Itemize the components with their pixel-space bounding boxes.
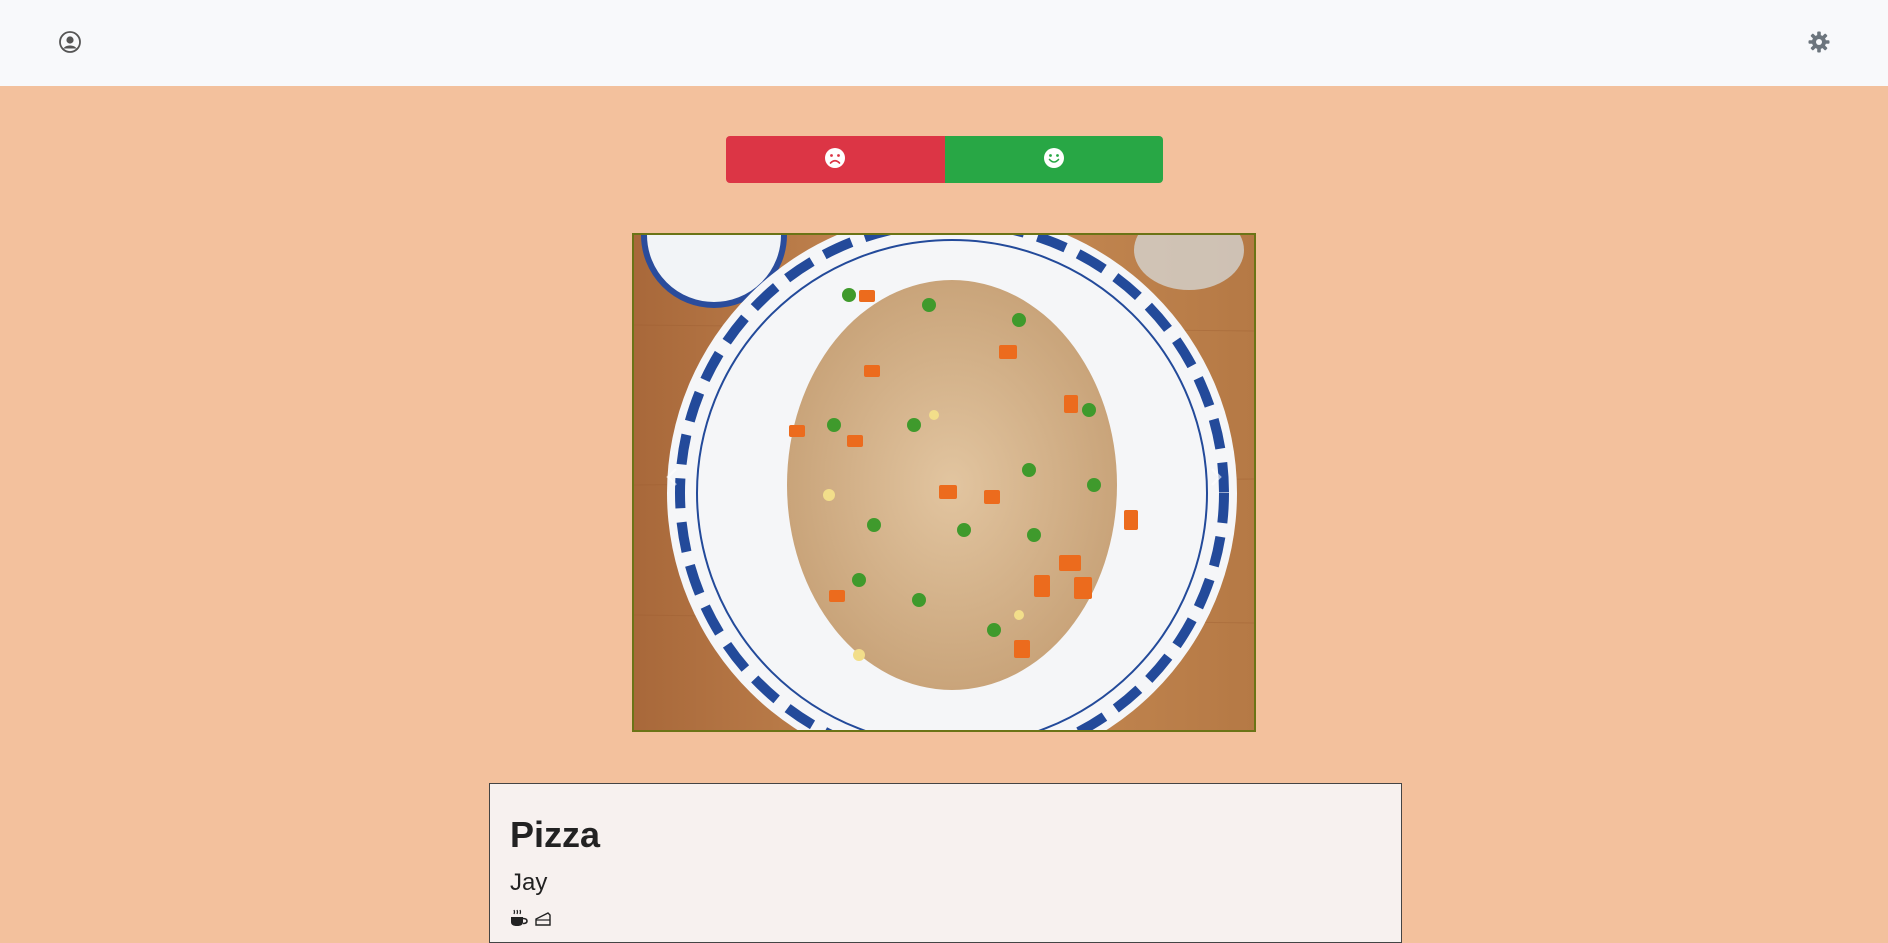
vote-button-group bbox=[726, 136, 1163, 183]
gear-icon[interactable] bbox=[1807, 30, 1831, 54]
recipe-tags bbox=[509, 908, 553, 933]
like-button[interactable] bbox=[944, 136, 1163, 183]
coffee-cup-icon bbox=[509, 908, 529, 933]
chevron-left-icon bbox=[664, 467, 680, 492]
recipe-card: Pizza Jay bbox=[489, 783, 1402, 943]
smile-icon bbox=[1043, 147, 1065, 172]
recipe-title: Pizza bbox=[510, 814, 601, 855]
top-navbar bbox=[0, 0, 1888, 86]
chevron-right-icon bbox=[1208, 467, 1224, 492]
recipe-image-carousel bbox=[632, 233, 1256, 732]
cake-slice-icon bbox=[533, 908, 553, 933]
carousel-next-button[interactable] bbox=[1196, 459, 1236, 499]
fried-rice-photo bbox=[634, 235, 1254, 730]
user-circle-icon[interactable] bbox=[58, 30, 82, 54]
frown-icon bbox=[824, 147, 846, 172]
recipe-author: Jay bbox=[510, 869, 548, 896]
carousel-prev-button[interactable] bbox=[652, 459, 692, 499]
dislike-button[interactable] bbox=[726, 136, 945, 183]
